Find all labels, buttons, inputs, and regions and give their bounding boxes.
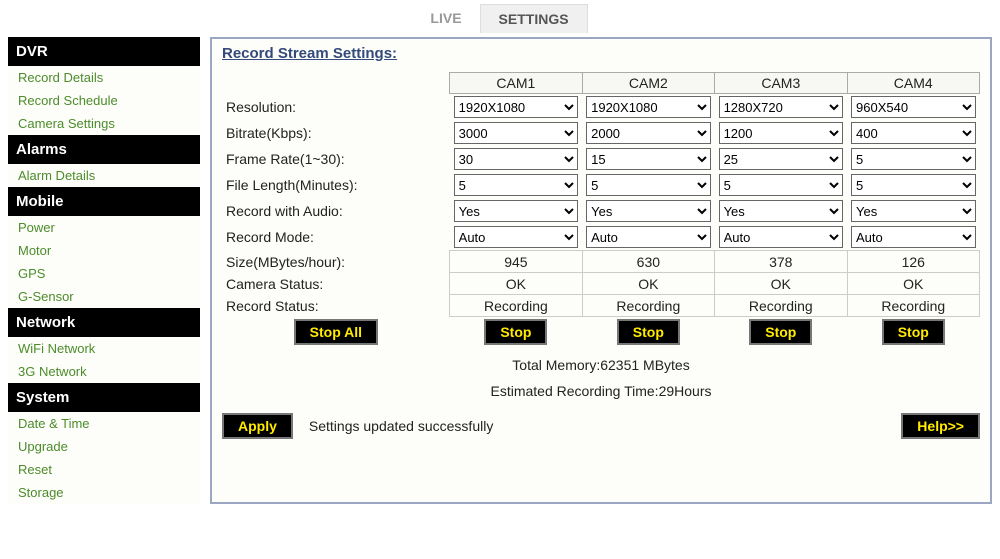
col-header-cam3: CAM3 <box>715 73 847 94</box>
resolution-select-cam3[interactable]: 1280X720 <box>719 96 843 118</box>
filelen-select-cam4[interactable]: 5 <box>851 174 975 196</box>
filelen-select-cam1[interactable]: 5 <box>454 174 578 196</box>
section-title: Record Stream Settings: <box>222 45 980 62</box>
audio-select-cam4[interactable]: Yes <box>851 200 975 222</box>
bitrate-select-cam3[interactable]: 1200 <box>719 122 843 144</box>
sidebar-header-alarms: Alarms <box>8 135 200 164</box>
size-cam4: 126 <box>847 251 979 273</box>
sidebar-header-system: System <box>8 383 200 412</box>
row-label-size: Size(MBytes/hour): <box>222 251 450 273</box>
est-recording-text: Estimated Recording Time:29Hours <box>222 383 980 399</box>
settings-table: CAM1 CAM2 CAM3 CAM4 Resolution: 1920X108… <box>222 72 980 347</box>
framerate-select-cam3[interactable]: 25 <box>719 148 843 170</box>
mode-select-cam2[interactable]: Auto <box>586 226 710 248</box>
sidebar-item-upgrade[interactable]: Upgrade <box>8 435 200 458</box>
row-label-framerate: Frame Rate(1~30): <box>222 146 450 172</box>
sidebar-header-network: Network <box>8 308 200 337</box>
sidebar-item-datetime[interactable]: Date & Time <box>8 412 200 435</box>
filelen-select-cam3[interactable]: 5 <box>719 174 843 196</box>
bitrate-select-cam4[interactable]: 400 <box>851 122 975 144</box>
camstatus-cam3: OK <box>715 273 847 295</box>
audio-select-cam2[interactable]: Yes <box>586 200 710 222</box>
content-panel: Record Stream Settings: CAM1 CAM2 CAM3 C… <box>210 37 992 504</box>
recstatus-cam4: Recording <box>847 295 979 317</box>
resolution-select-cam1[interactable]: 1920X1080 <box>454 96 578 118</box>
filelen-select-cam2[interactable]: 5 <box>586 174 710 196</box>
recstatus-cam2: Recording <box>582 295 714 317</box>
resolution-select-cam2[interactable]: 1920X1080 <box>586 96 710 118</box>
help-button[interactable]: Help>> <box>901 413 980 439</box>
audio-select-cam3[interactable]: Yes <box>719 200 843 222</box>
col-header-cam1: CAM1 <box>450 73 582 94</box>
stop-button-cam4[interactable]: Stop <box>882 319 945 345</box>
sidebar-header-mobile: Mobile <box>8 187 200 216</box>
sidebar: DVR Record Details Record Schedule Camer… <box>8 37 200 504</box>
sidebar-item-camera-settings[interactable]: Camera Settings <box>8 112 200 135</box>
col-header-cam4: CAM4 <box>847 73 979 94</box>
resolution-select-cam4[interactable]: 960X540 <box>851 96 975 118</box>
row-label-audio: Record with Audio: <box>222 198 450 224</box>
sidebar-item-3g[interactable]: 3G Network <box>8 360 200 383</box>
stop-button-cam2[interactable]: Stop <box>617 319 680 345</box>
sidebar-item-power[interactable]: Power <box>8 216 200 239</box>
col-header-cam2: CAM2 <box>582 73 714 94</box>
camstatus-cam1: OK <box>450 273 582 295</box>
stop-button-cam3[interactable]: Stop <box>749 319 812 345</box>
recstatus-cam1: Recording <box>450 295 582 317</box>
bitrate-select-cam1[interactable]: 3000 <box>454 122 578 144</box>
camstatus-cam2: OK <box>582 273 714 295</box>
framerate-select-cam4[interactable]: 5 <box>851 148 975 170</box>
row-label-mode: Record Mode: <box>222 224 450 251</box>
recstatus-cam3: Recording <box>715 295 847 317</box>
camstatus-cam4: OK <box>847 273 979 295</box>
mode-select-cam1[interactable]: Auto <box>454 226 578 248</box>
sidebar-header-dvr: DVR <box>8 37 200 66</box>
sidebar-item-record-details[interactable]: Record Details <box>8 66 200 89</box>
tab-settings[interactable]: SETTINGS <box>480 4 588 33</box>
sidebar-item-motor[interactable]: Motor <box>8 239 200 262</box>
sidebar-item-wifi[interactable]: WiFi Network <box>8 337 200 360</box>
sidebar-item-record-schedule[interactable]: Record Schedule <box>8 89 200 112</box>
sidebar-item-gsensor[interactable]: G-Sensor <box>8 285 200 308</box>
size-cam2: 630 <box>582 251 714 273</box>
stop-button-cam1[interactable]: Stop <box>484 319 547 345</box>
status-message: Settings updated successfully <box>309 418 493 434</box>
sidebar-item-reset[interactable]: Reset <box>8 458 200 481</box>
mode-select-cam4[interactable]: Auto <box>851 226 975 248</box>
total-memory-text: Total Memory:62351 MBytes <box>222 357 980 373</box>
row-label-camstatus: Camera Status: <box>222 273 450 295</box>
framerate-select-cam1[interactable]: 30 <box>454 148 578 170</box>
row-label-bitrate: Bitrate(Kbps): <box>222 120 450 146</box>
mode-select-cam3[interactable]: Auto <box>719 226 843 248</box>
audio-select-cam1[interactable]: Yes <box>454 200 578 222</box>
sidebar-item-alarm-details[interactable]: Alarm Details <box>8 164 200 187</box>
sidebar-item-storage[interactable]: Storage <box>8 481 200 504</box>
framerate-select-cam2[interactable]: 15 <box>586 148 710 170</box>
row-label-resolution: Resolution: <box>222 94 450 121</box>
size-cam1: 945 <box>450 251 582 273</box>
row-label-recstatus: Record Status: <box>222 295 450 317</box>
bitrate-select-cam2[interactable]: 2000 <box>586 122 710 144</box>
row-label-filelen: File Length(Minutes): <box>222 172 450 198</box>
tab-live[interactable]: LIVE <box>412 4 479 33</box>
stop-all-button[interactable]: Stop All <box>294 319 378 345</box>
apply-button[interactable]: Apply <box>222 413 293 439</box>
size-cam3: 378 <box>715 251 847 273</box>
sidebar-item-gps[interactable]: GPS <box>8 262 200 285</box>
